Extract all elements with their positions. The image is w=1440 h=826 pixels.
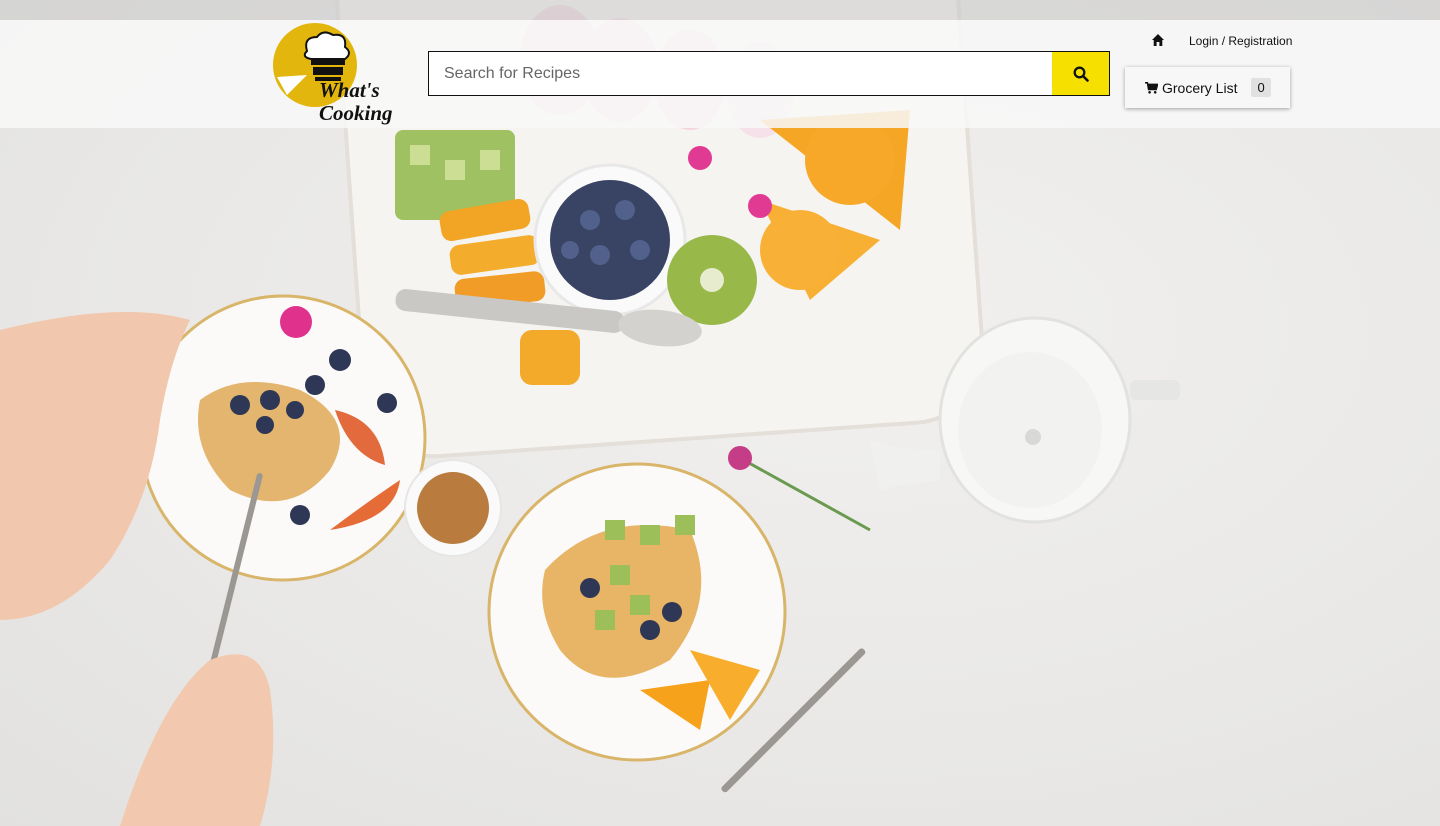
logo-graphic: What's Cooking <box>273 23 393 125</box>
home-icon <box>1152 34 1164 46</box>
whats-cooking-logo[interactable]: What's Cooking <box>271 23 403 127</box>
grocery-list-button[interactable]: Grocery List 0 <box>1125 67 1290 108</box>
search-icon <box>1073 66 1089 82</box>
search-bar <box>428 51 1110 96</box>
search-button[interactable] <box>1052 52 1109 95</box>
top-strip <box>0 0 1440 20</box>
home-link[interactable] <box>1151 33 1165 47</box>
logo-text-line1: What's <box>319 78 380 102</box>
shopping-cart-icon <box>1145 81 1158 94</box>
login-registration-link[interactable]: Login / Registration <box>1189 34 1292 48</box>
logo-text-line2: Cooking <box>319 101 393 125</box>
grocery-count-badge: 0 <box>1251 78 1271 97</box>
grocery-list-label: Grocery List <box>1162 79 1238 96</box>
search-input[interactable] <box>429 52 1052 95</box>
